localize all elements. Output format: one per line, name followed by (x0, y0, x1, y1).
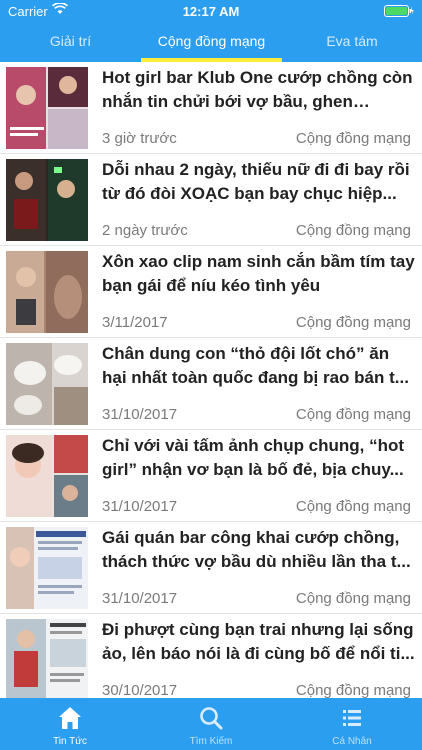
article-title[interactable]: Hot girl bar Klub One cướp chồng còn nhắ… (102, 66, 416, 114)
article-title[interactable]: Chỉ với vài tấm ảnh chụp chung, “hot gir… (102, 434, 416, 482)
article-title[interactable]: Xôn xao clip nam sinh cắn bầm tím tay bạ… (102, 250, 416, 298)
tab-giai-tri[interactable]: Giải trí (0, 22, 141, 62)
article-category: Cộng đồng mạng (295, 406, 411, 423)
bottom-tab-label: Tìm Kiếm (189, 736, 233, 747)
search-icon (200, 707, 223, 730)
article-row[interactable]: Dỗi nhau 2 ngày, thiếu nữ đi đi bay rồi … (0, 154, 422, 246)
article-category: Cộng đồng mạng (295, 682, 411, 698)
bottom-tab-search[interactable]: Tìm Kiếm (141, 698, 281, 750)
article-category: Cộng đồng mạng (295, 498, 411, 515)
article-title[interactable]: Dỗi nhau 2 ngày, thiếu nữ đi đi bay rồi … (102, 158, 416, 206)
article-thumbnail (6, 67, 88, 149)
bottom-tab-label: Cá Nhân (332, 736, 372, 747)
article-date: 31/10/2017 (102, 498, 178, 515)
article-date: 31/10/2017 (102, 406, 178, 423)
home-icon (59, 707, 81, 729)
article-row[interactable]: Hot girl bar Klub One cướp chồng còn nhắ… (0, 62, 422, 154)
article-row[interactable]: Chỉ với vài tấm ảnh chụp chung, “hot gir… (0, 430, 422, 522)
article-category: Cộng đồng mạng (295, 130, 411, 147)
article-thumbnail (6, 251, 88, 333)
article-thumbnail (6, 343, 88, 425)
article-row[interactable]: Xôn xao clip nam sinh cắn bầm tím tay bạ… (0, 246, 422, 338)
article-date: 30/10/2017 (102, 682, 178, 698)
tab-eva-tam[interactable]: Eva tám (282, 22, 422, 62)
article-thumbnail (6, 619, 88, 698)
status-bar: Carrier 12:17 AM (0, 0, 422, 22)
bottom-tab-news[interactable]: Tin Tức (0, 698, 140, 750)
article-row[interactable]: Gái quán bar công khai cướp chồng, thách… (0, 522, 422, 614)
article-thumbnail (6, 527, 88, 609)
article-date: 3/11/2017 (102, 314, 168, 331)
article-list[interactable]: Hot girl bar Klub One cướp chồng còn nhắ… (0, 62, 422, 698)
article-row[interactable]: Chân dung con “thỏ đội lốt chó” ăn hại n… (0, 338, 422, 430)
article-category: Cộng đồng mạng (295, 590, 411, 607)
bottom-tab-bar: Tin Tức Tìm Kiếm Cá Nhân (0, 698, 422, 750)
battery-icon (384, 5, 414, 17)
article-thumbnail (6, 435, 88, 517)
article-date: 31/10/2017 (102, 590, 178, 607)
tab-cong-dong-mang[interactable]: Cộng đồng mạng (141, 22, 282, 62)
list-icon (343, 710, 361, 726)
article-title[interactable]: Gái quán bar công khai cướp chồng, thách… (102, 526, 416, 574)
bottom-tab-profile[interactable]: Cá Nhân (282, 698, 422, 750)
article-title[interactable]: Chân dung con “thỏ đội lốt chó” ăn hại n… (102, 342, 416, 390)
top-bar: Carrier 12:17 AM Giải trí Cộng đồng mạng… (0, 0, 422, 62)
article-row[interactable]: Đi phượt cùng bạn trai nhưng lại sống ảo… (0, 614, 422, 698)
article-thumbnail (6, 159, 88, 241)
article-date: 2 ngày trước (102, 222, 188, 239)
article-category: Cộng đồng mạng (295, 314, 411, 331)
bottom-tab-label: Tin Tức (53, 736, 87, 747)
article-date: 3 giờ trước (102, 130, 177, 147)
category-tabs: Giải trí Cộng đồng mạng Eva tám (0, 22, 422, 62)
status-time: 12:17 AM (182, 4, 240, 19)
article-category: Cộng đồng mạng (295, 222, 411, 239)
article-title[interactable]: Đi phượt cùng bạn trai nhưng lại sống ảo… (102, 618, 416, 666)
